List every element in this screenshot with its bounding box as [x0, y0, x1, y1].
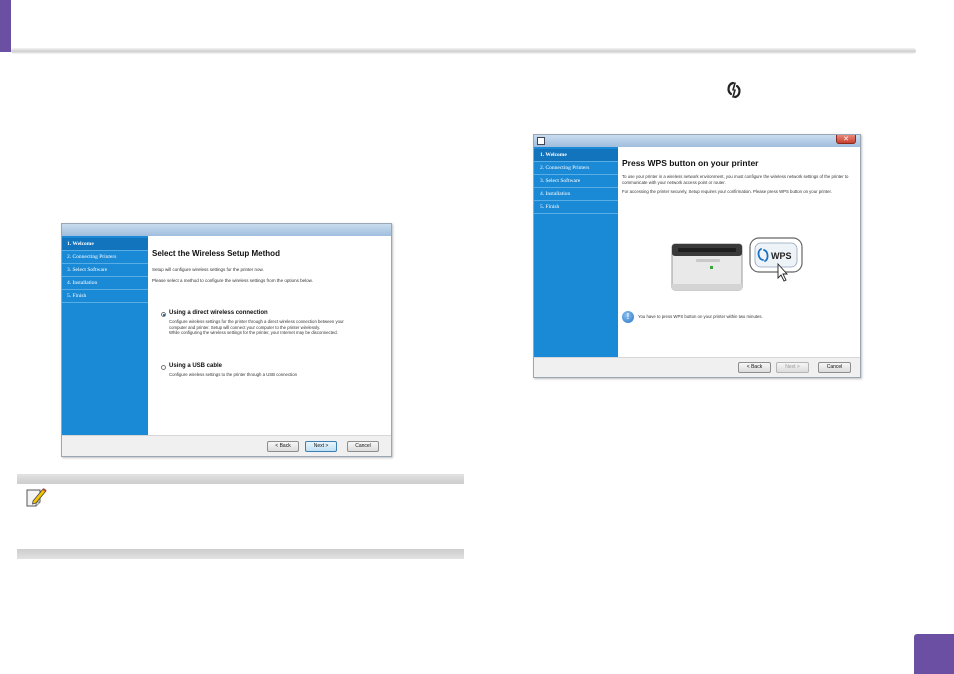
dialog-title: Select the Wireless Setup Method: [152, 249, 280, 258]
dialog-titlebar: [62, 224, 391, 236]
note-top-bar: [17, 474, 464, 484]
step-item-select-software: 3. Select Software: [62, 264, 148, 277]
back-button[interactable]: < Back: [267, 441, 299, 452]
page-accent-bar: [0, 0, 11, 52]
intro-text: Setup will configure wireless settings f…: [152, 267, 264, 272]
wps-button-label: WPS: [771, 251, 792, 261]
wireless-setup-method-dialog: 1. Welcome 2. Connecting Printers 3. Sel…: [61, 223, 392, 457]
cancel-button[interactable]: Cancel: [818, 362, 851, 373]
option-usb-cable[interactable]: Using a USB cable Configure wireless set…: [161, 363, 359, 378]
note-pencil-icon: [26, 488, 47, 507]
step-item-connecting-printers: 2. Connecting Printers: [62, 251, 148, 264]
step-item-installation: 4. Installation: [62, 277, 148, 290]
step-item-finish: 5. Finish: [534, 201, 618, 214]
option-direct-wireless-label[interactable]: Using a direct wireless connection: [169, 310, 359, 316]
dialog-titlebar: ✕: [534, 135, 860, 147]
info-text: You have to press WPS button on your pri…: [638, 314, 763, 319]
page-badge: [914, 634, 954, 674]
step-item-welcome: 1. Welcome: [534, 149, 618, 162]
instruction-text: Please select a method to configure the …: [152, 277, 313, 283]
option-direct-wireless-warning: While configuring the wireless settings …: [169, 330, 338, 336]
radio-direct-wireless[interactable]: [161, 312, 166, 317]
setup-steps-sidebar: 1. Welcome 2. Connecting Printers 3. Sel…: [62, 236, 148, 435]
setup-steps-sidebar: 1. Welcome 2. Connecting Printers 3. Sel…: [534, 147, 618, 357]
app-icon: [537, 137, 545, 145]
wps-button-callout: WPS: [749, 237, 803, 282]
info-icon: !: [622, 311, 634, 323]
wps-symbol-icon: [727, 81, 741, 99]
step-item-connecting-printers: 2. Connecting Printers: [534, 162, 618, 175]
dialog-content: Press WPS button on your printer To use …: [618, 147, 860, 357]
next-button[interactable]: Next >: [776, 362, 809, 373]
option-direct-wireless-description: Configure wireless settings for the prin…: [169, 319, 344, 330]
dialog-title: Press WPS button on your printer: [622, 158, 759, 168]
note-bottom-bar: [17, 549, 464, 559]
header-divider: [11, 48, 916, 54]
step-item-welcome: 1. Welcome: [62, 238, 148, 251]
next-button[interactable]: Next >: [305, 441, 337, 452]
dialog-content: Select the Wireless Setup Method Setup w…: [148, 236, 391, 435]
back-button[interactable]: < Back: [738, 362, 771, 373]
step-item-select-software: 3. Select Software: [534, 175, 618, 188]
cancel-button[interactable]: Cancel: [347, 441, 379, 452]
radio-usb-cable[interactable]: [161, 365, 166, 370]
paragraph-confirmation: For accessing the printer securely, Setu…: [622, 189, 832, 195]
printer-wps-illustration: WPS: [671, 237, 803, 291]
close-button[interactable]: ✕: [836, 135, 856, 144]
option-usb-cable-description: Configure wireless settings to the print…: [169, 372, 298, 377]
dialog-footer: < Back Next > Cancel: [62, 435, 391, 456]
option-direct-wireless[interactable]: Using a direct wireless connection Confi…: [161, 310, 359, 336]
step-item-finish: 5. Finish: [62, 290, 148, 303]
printer-icon: [671, 243, 743, 291]
option-usb-cable-label[interactable]: Using a USB cable: [169, 363, 359, 369]
paragraph-network: To use your printer in a wireless networ…: [622, 174, 849, 185]
step-item-installation: 4. Installation: [534, 188, 618, 201]
wps-dialog: ✕ 1. Welcome 2. Connecting Printers 3. S…: [533, 134, 861, 378]
dialog-footer: < Back Next > Cancel: [534, 357, 860, 377]
note-box: [17, 474, 464, 559]
